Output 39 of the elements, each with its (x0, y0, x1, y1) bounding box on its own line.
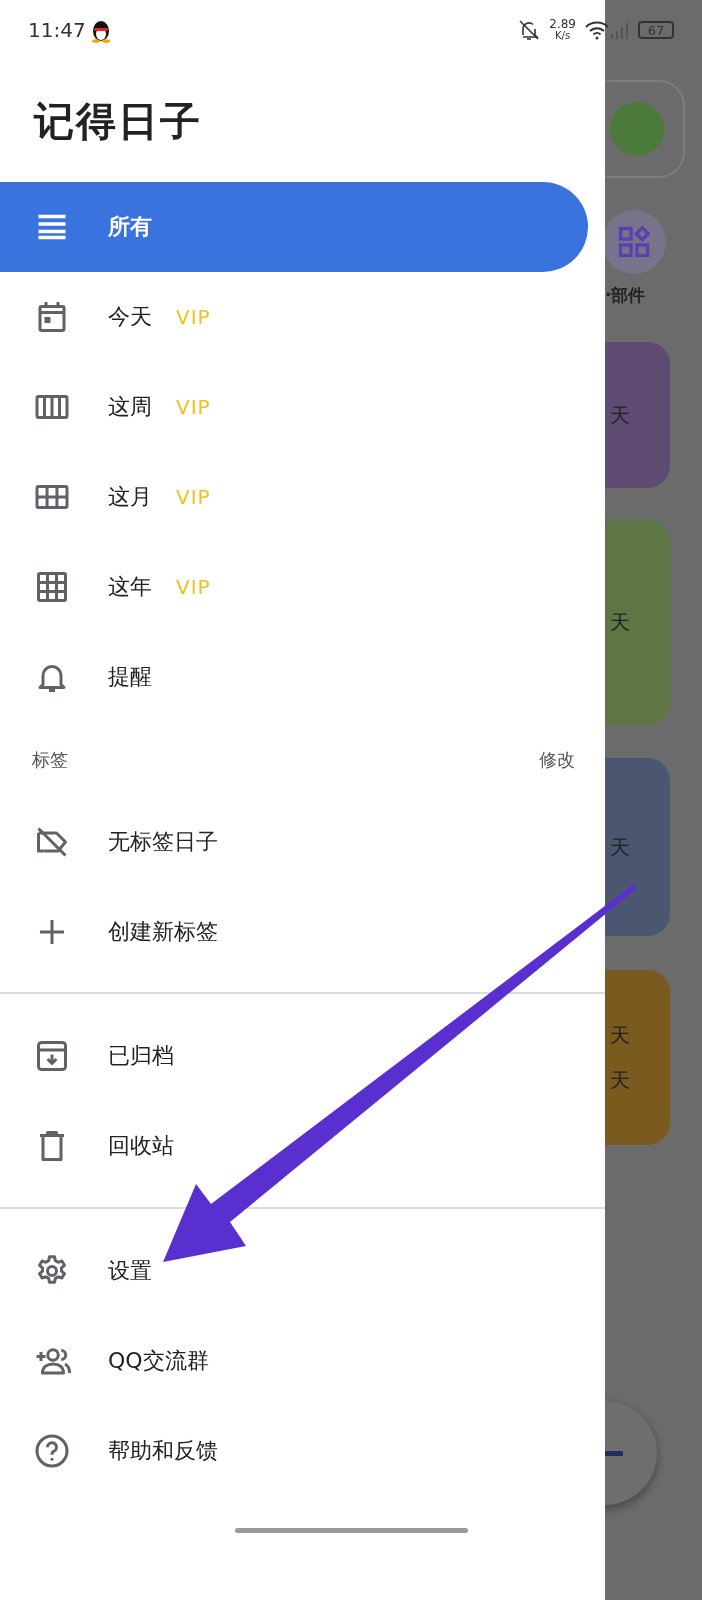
clock-time: 11:47 (28, 18, 86, 42)
vip-label: VIP (176, 395, 211, 419)
vip-label: VIP (176, 575, 211, 599)
archive-icon (34, 1038, 70, 1074)
section-label: 标签 (32, 747, 68, 772)
dash-icon (605, 1450, 623, 1456)
vip-label: VIP (176, 305, 211, 329)
speed-value: 2.89 (549, 18, 576, 30)
day-unit: 天 (610, 833, 630, 861)
avatar (610, 102, 664, 156)
menu-item[interactable]: QQ交流群 (0, 1316, 588, 1406)
menu-item[interactable]: 这月 VIP (0, 452, 588, 542)
menu-item[interactable]: 这年 VIP (0, 542, 588, 632)
day-unit: 天 (610, 401, 630, 429)
menu-item[interactable]: 回收站 (0, 1101, 588, 1191)
speed-unit: K/s (555, 30, 571, 42)
edit-link[interactable]: 修改 (539, 747, 575, 772)
widget-grid-icon (616, 224, 652, 260)
vip-label: VIP (176, 485, 211, 509)
menu-item[interactable]: 创建新标签 (0, 887, 588, 977)
menu-item[interactable]: 帮助和反馈 (0, 1406, 588, 1496)
menu-item[interactable]: 这周 VIP (0, 362, 588, 452)
menu-item[interactable]: 今天 VIP (0, 272, 588, 362)
widgets-label: ·部件 (605, 284, 647, 307)
battery-icon: 67 (638, 21, 674, 39)
menu-item[interactable]: 所有 (0, 182, 588, 272)
menu-item[interactable]: 无标签日子 (0, 797, 588, 887)
menu-item[interactable]: 提醒 (0, 632, 588, 722)
day-unit: 天 (610, 1021, 630, 1049)
day-unit: 天 (610, 1066, 630, 1094)
day-unit: 天 (610, 609, 630, 636)
year-grid-icon (34, 569, 70, 605)
help-icon (34, 1433, 70, 1469)
wifi-icon (584, 20, 610, 40)
bell-off-icon (517, 18, 542, 42)
menu-item[interactable]: 已归档 (0, 1011, 588, 1101)
app-title: 记得日子 (32, 96, 203, 146)
menu-item[interactable]: 设置 (0, 1226, 588, 1316)
profile-card[interactable] (605, 80, 685, 178)
